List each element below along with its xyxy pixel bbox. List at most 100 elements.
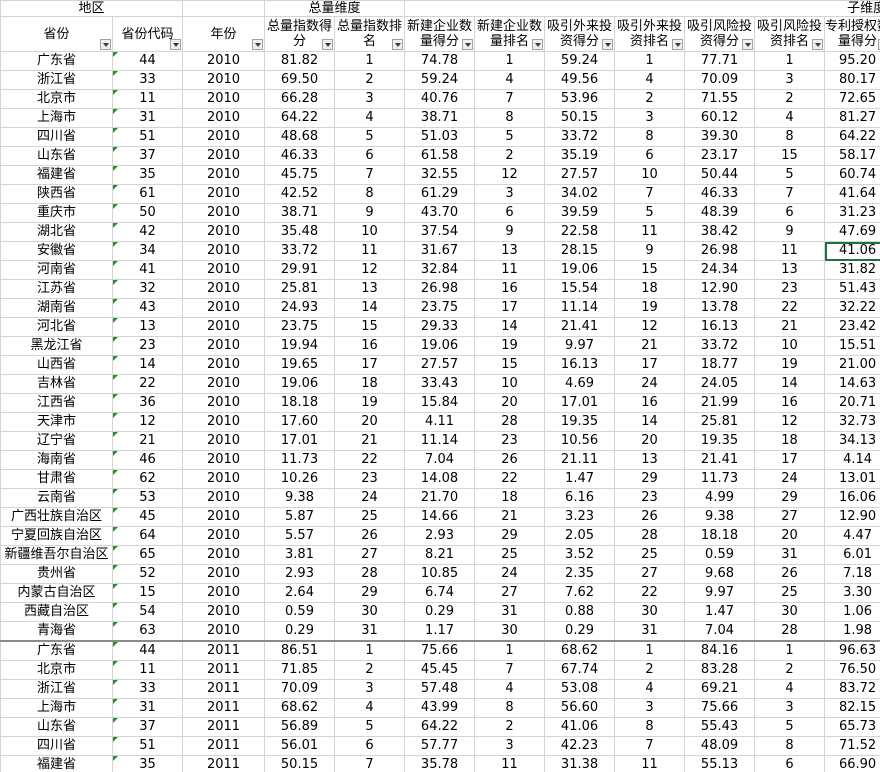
table-cell[interactable]: 10 [474,374,546,394]
table-cell[interactable]: 11 [754,241,826,261]
table-cell[interactable]: 34 [111,241,184,261]
table-cell[interactable]: 38.71 [264,203,336,223]
table-cell[interactable]: 31.23 [824,203,880,223]
table-cell[interactable]: 2 [334,70,406,90]
table-cell[interactable]: 33 [111,70,184,90]
table-cell[interactable]: 1 [754,640,826,661]
table-cell[interactable]: 75.66 [684,698,756,718]
table-cell[interactable]: 山西省 [0,355,113,375]
filter-dropdown-icon[interactable] [252,39,264,50]
table-cell[interactable]: 29 [754,488,826,508]
table-cell[interactable]: 35.19 [544,146,616,166]
table-cell[interactable]: 16 [754,393,826,413]
table-cell[interactable]: 28.15 [544,241,616,261]
table-cell[interactable]: 17 [614,355,686,375]
table-cell[interactable]: 11.14 [404,431,476,451]
table-cell[interactable]: 11 [614,755,686,772]
table-cell[interactable]: 2.93 [404,526,476,546]
table-cell[interactable]: 37 [111,717,184,737]
table-cell[interactable]: 8 [474,108,546,128]
table-cell[interactable]: 68.62 [264,698,336,718]
table-cell[interactable]: 7 [474,660,546,680]
table-cell[interactable]: 13 [754,260,826,280]
table-cell[interactable]: 41 [111,260,184,280]
table-cell[interactable]: 3 [614,108,686,128]
table-cell[interactable]: 38.42 [684,222,756,242]
table-cell[interactable]: 75.66 [404,640,476,661]
table-cell[interactable]: 北京市 [0,89,113,109]
filter-dropdown-icon[interactable] [532,39,544,50]
table-cell[interactable]: 61 [111,184,184,204]
column-header-11[interactable]: 专利授权数量得分 [824,16,880,52]
table-cell[interactable]: 67.74 [544,660,616,680]
table-cell[interactable]: 18.18 [684,526,756,546]
table-cell[interactable]: 4 [754,679,826,699]
table-cell[interactable]: 14 [614,412,686,432]
table-cell[interactable]: 64.22 [404,717,476,737]
table-cell[interactable]: 46.33 [684,184,756,204]
table-cell[interactable]: 北京市 [0,660,113,680]
table-cell[interactable]: 14 [334,298,406,318]
table-cell[interactable]: 2011 [182,698,266,718]
table-cell[interactable]: 23 [111,336,184,356]
table-cell[interactable]: 贵州省 [0,564,113,584]
table-cell[interactable]: 25.81 [264,279,336,299]
table-cell[interactable]: 5 [334,127,406,147]
table-cell[interactable]: 25 [614,545,686,565]
table-cell[interactable]: 31 [111,698,184,718]
table-cell[interactable]: 53.96 [544,89,616,109]
table-cell[interactable]: 河南省 [0,260,113,280]
table-cell[interactable]: 95.20 [824,51,880,71]
table-cell[interactable]: 2 [614,660,686,680]
table-cell[interactable]: 1.98 [824,621,880,642]
table-cell[interactable]: 19 [614,298,686,318]
table-cell[interactable]: 55.43 [684,717,756,737]
table-cell[interactable]: 山东省 [0,146,113,166]
table-cell[interactable]: 13.78 [684,298,756,318]
table-cell[interactable]: 湖北省 [0,222,113,242]
table-cell[interactable]: 32 [111,279,184,299]
filter-dropdown-icon[interactable] [672,39,684,50]
table-cell[interactable]: 新疆维吾尔自治区 [0,545,113,565]
table-cell[interactable]: 1 [614,51,686,71]
group-header-region[interactable]: 地区 [0,0,184,17]
table-cell[interactable]: 上海市 [0,698,113,718]
table-cell[interactable]: 2 [334,660,406,680]
table-cell[interactable]: 74.78 [404,51,476,71]
table-cell[interactable]: 0.29 [264,621,336,642]
table-cell[interactable]: 9 [334,203,406,223]
table-cell[interactable]: 25 [754,583,826,603]
column-header-8[interactable]: 吸引外来投资排名 [614,16,686,52]
table-cell[interactable]: 31.67 [404,241,476,261]
table-cell[interactable]: 45 [111,507,184,527]
table-cell[interactable]: 66.28 [264,89,336,109]
table-cell[interactable]: 天津市 [0,412,113,432]
table-cell[interactable]: 5 [334,717,406,737]
table-cell[interactable]: 浙江省 [0,70,113,90]
table-cell[interactable]: 3 [754,70,826,90]
column-header-10[interactable]: 吸引风险投资排名 [754,16,826,52]
table-cell[interactable]: 14.66 [404,507,476,527]
table-cell[interactable]: 48.09 [684,736,756,756]
table-cell[interactable]: 16.13 [684,317,756,337]
table-cell[interactable]: 61.58 [404,146,476,166]
table-cell[interactable]: 28 [474,412,546,432]
table-cell[interactable]: 2010 [182,564,266,584]
table-cell[interactable]: 8 [334,184,406,204]
table-cell[interactable]: 云南省 [0,488,113,508]
table-cell[interactable]: 80.17 [824,70,880,90]
table-cell[interactable]: 11 [614,222,686,242]
table-cell[interactable]: 1.06 [824,602,880,622]
table-cell[interactable]: 37.54 [404,222,476,242]
table-cell[interactable]: 51.03 [404,127,476,147]
filter-dropdown-icon[interactable] [170,39,182,50]
table-cell[interactable]: 18 [754,431,826,451]
table-cell[interactable]: 69.50 [264,70,336,90]
table-cell[interactable]: 14.08 [404,469,476,489]
table-cell[interactable]: 42.52 [264,184,336,204]
table-cell[interactable]: 20 [754,526,826,546]
table-cell[interactable]: 51.43 [824,279,880,299]
table-cell[interactable]: 17 [334,355,406,375]
table-cell[interactable]: 21 [754,317,826,337]
table-cell[interactable]: 7 [334,755,406,772]
